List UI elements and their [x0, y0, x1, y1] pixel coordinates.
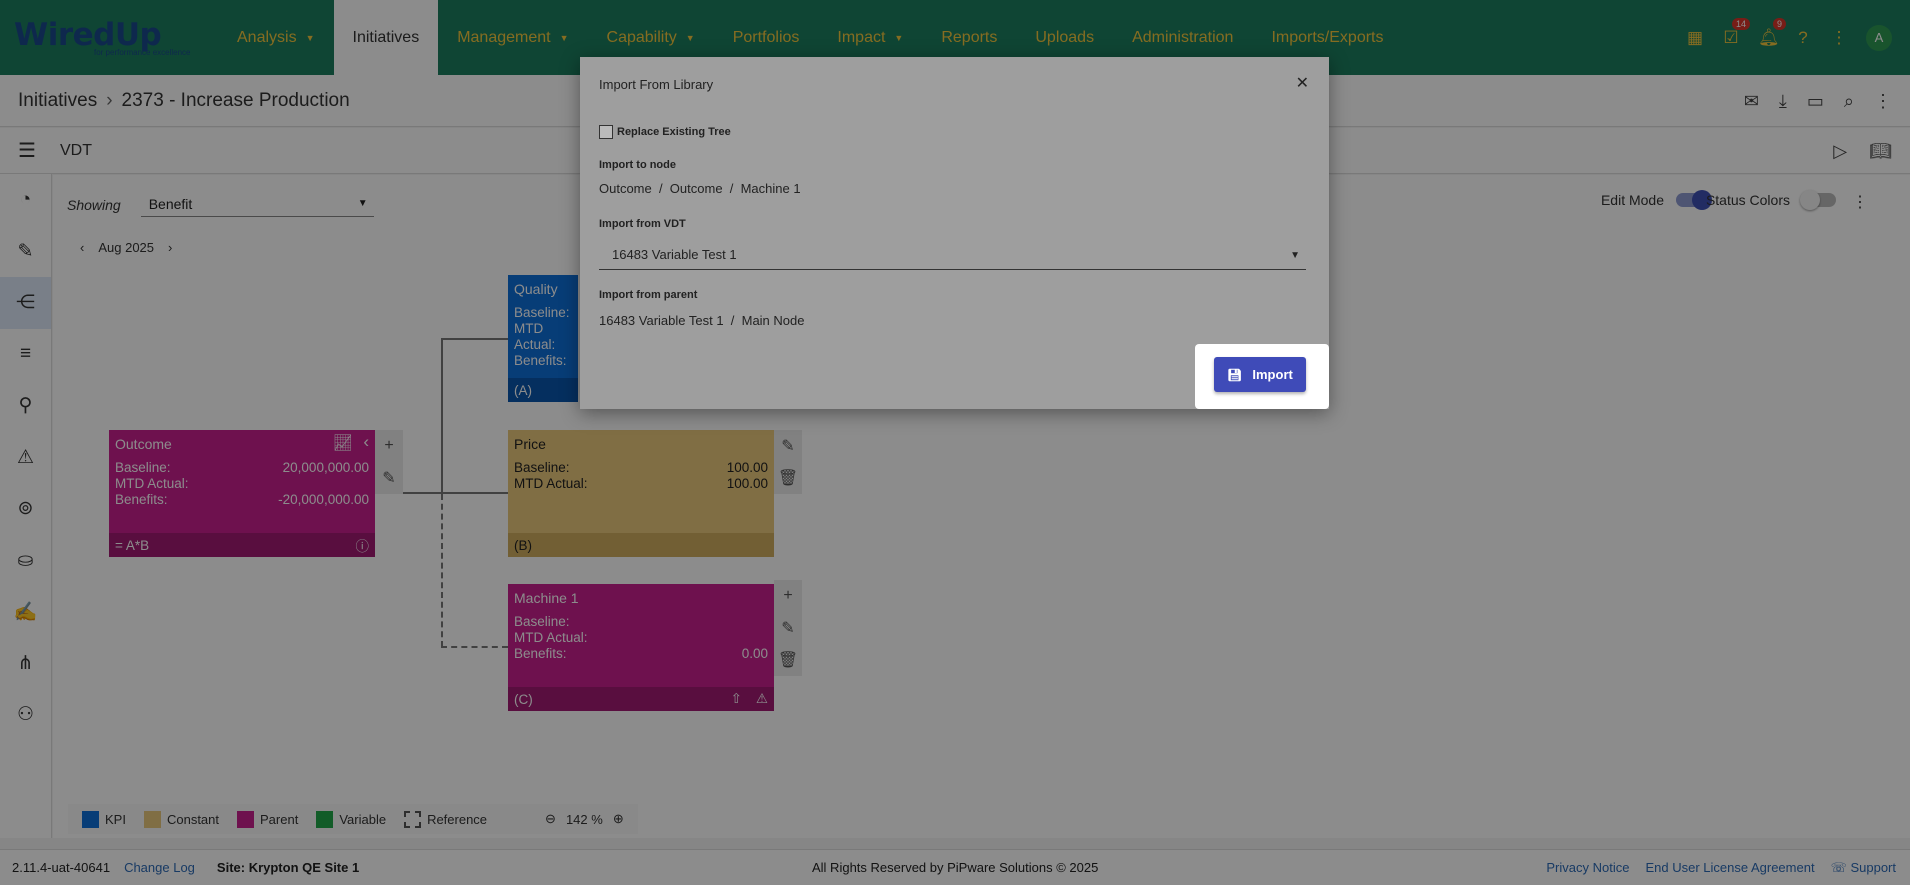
import-to-node-path: Outcome / Outcome / Machine 1 — [599, 181, 801, 196]
replace-tree-checkbox[interactable]: Replace Existing Tree — [599, 125, 731, 139]
import-from-vdt-label: Import from VDT — [599, 218, 686, 230]
checkbox-box[interactable] — [599, 125, 613, 139]
select-value: 16483 Variable Test 1 — [612, 247, 737, 262]
import-from-vdt-select[interactable]: 16483 Variable Test 1 ▼ — [599, 240, 1306, 270]
close-icon[interactable]: ✕ — [1296, 73, 1309, 93]
dialog-title: Import From Library — [599, 77, 714, 92]
save-icon: 💾︎ — [1227, 367, 1243, 382]
import-from-parent-label: Import from parent — [599, 289, 698, 301]
import-from-parent-path: 16483 Variable Test 1 / Main Node — [599, 313, 805, 328]
dropdown-arrow-icon: ▼ — [1290, 250, 1300, 261]
import-to-node-label: Import to node — [599, 159, 676, 171]
import-button-label: Import — [1252, 367, 1293, 382]
import-button[interactable]: 💾︎ Import — [1214, 357, 1306, 392]
checkbox-label: Replace Existing Tree — [617, 126, 731, 138]
